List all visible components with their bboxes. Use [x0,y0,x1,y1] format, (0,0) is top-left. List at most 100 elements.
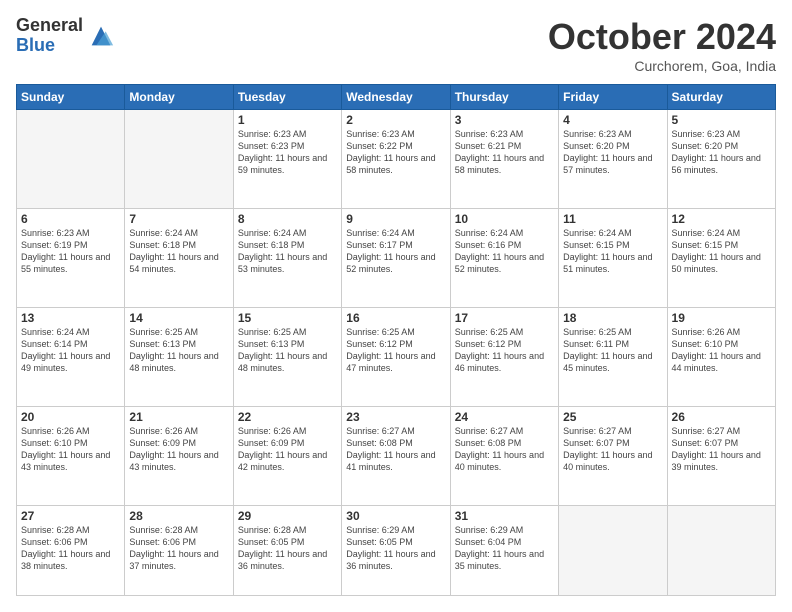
table-row: 12Sunrise: 6:24 AM Sunset: 6:15 PM Dayli… [667,209,775,308]
logo: General Blue [16,16,115,56]
day-number: 17 [455,311,554,325]
day-info: Sunrise: 6:25 AM Sunset: 6:13 PM Dayligh… [129,326,228,375]
day-info: Sunrise: 6:24 AM Sunset: 6:16 PM Dayligh… [455,227,554,276]
day-number: 18 [563,311,662,325]
table-row: 16Sunrise: 6:25 AM Sunset: 6:12 PM Dayli… [342,308,450,407]
table-row [125,110,233,209]
day-info: Sunrise: 6:28 AM Sunset: 6:05 PM Dayligh… [238,524,337,573]
day-number: 24 [455,410,554,424]
day-number: 25 [563,410,662,424]
day-number: 27 [21,509,120,523]
day-number: 15 [238,311,337,325]
day-number: 2 [346,113,445,127]
table-row: 29Sunrise: 6:28 AM Sunset: 6:05 PM Dayli… [233,506,341,596]
day-info: Sunrise: 6:23 AM Sunset: 6:20 PM Dayligh… [672,128,771,177]
day-info: Sunrise: 6:27 AM Sunset: 6:07 PM Dayligh… [672,425,771,474]
table-row: 19Sunrise: 6:26 AM Sunset: 6:10 PM Dayli… [667,308,775,407]
day-info: Sunrise: 6:24 AM Sunset: 6:18 PM Dayligh… [129,227,228,276]
day-info: Sunrise: 6:24 AM Sunset: 6:18 PM Dayligh… [238,227,337,276]
day-info: Sunrise: 6:26 AM Sunset: 6:10 PM Dayligh… [672,326,771,375]
day-info: Sunrise: 6:25 AM Sunset: 6:11 PM Dayligh… [563,326,662,375]
header-wednesday: Wednesday [342,85,450,110]
table-row: 5Sunrise: 6:23 AM Sunset: 6:20 PM Daylig… [667,110,775,209]
day-number: 29 [238,509,337,523]
day-number: 6 [21,212,120,226]
day-number: 28 [129,509,228,523]
table-row [667,506,775,596]
day-info: Sunrise: 6:23 AM Sunset: 6:19 PM Dayligh… [21,227,120,276]
day-info: Sunrise: 6:29 AM Sunset: 6:05 PM Dayligh… [346,524,445,573]
page: General Blue October 2024 Curchorem, Goa… [0,0,792,612]
day-info: Sunrise: 6:24 AM Sunset: 6:15 PM Dayligh… [672,227,771,276]
day-info: Sunrise: 6:26 AM Sunset: 6:10 PM Dayligh… [21,425,120,474]
day-info: Sunrise: 6:23 AM Sunset: 6:23 PM Dayligh… [238,128,337,177]
day-number: 1 [238,113,337,127]
day-info: Sunrise: 6:24 AM Sunset: 6:14 PM Dayligh… [21,326,120,375]
table-row: 11Sunrise: 6:24 AM Sunset: 6:15 PM Dayli… [559,209,667,308]
table-row: 27Sunrise: 6:28 AM Sunset: 6:06 PM Dayli… [17,506,125,596]
table-row: 20Sunrise: 6:26 AM Sunset: 6:10 PM Dayli… [17,407,125,506]
day-number: 23 [346,410,445,424]
table-row: 21Sunrise: 6:26 AM Sunset: 6:09 PM Dayli… [125,407,233,506]
day-info: Sunrise: 6:25 AM Sunset: 6:12 PM Dayligh… [455,326,554,375]
calendar: Sunday Monday Tuesday Wednesday Thursday… [16,84,776,596]
day-number: 5 [672,113,771,127]
table-row: 15Sunrise: 6:25 AM Sunset: 6:13 PM Dayli… [233,308,341,407]
table-row: 24Sunrise: 6:27 AM Sunset: 6:08 PM Dayli… [450,407,558,506]
day-info: Sunrise: 6:25 AM Sunset: 6:13 PM Dayligh… [238,326,337,375]
day-info: Sunrise: 6:28 AM Sunset: 6:06 PM Dayligh… [129,524,228,573]
table-row: 7Sunrise: 6:24 AM Sunset: 6:18 PM Daylig… [125,209,233,308]
day-number: 14 [129,311,228,325]
day-number: 3 [455,113,554,127]
day-number: 11 [563,212,662,226]
table-row: 14Sunrise: 6:25 AM Sunset: 6:13 PM Dayli… [125,308,233,407]
calendar-header-row: Sunday Monday Tuesday Wednesday Thursday… [17,85,776,110]
day-number: 13 [21,311,120,325]
table-row: 2Sunrise: 6:23 AM Sunset: 6:22 PM Daylig… [342,110,450,209]
day-info: Sunrise: 6:23 AM Sunset: 6:22 PM Dayligh… [346,128,445,177]
table-row [17,110,125,209]
day-number: 10 [455,212,554,226]
subtitle: Curchorem, Goa, India [548,58,776,74]
table-row: 18Sunrise: 6:25 AM Sunset: 6:11 PM Dayli… [559,308,667,407]
table-row: 8Sunrise: 6:24 AM Sunset: 6:18 PM Daylig… [233,209,341,308]
day-info: Sunrise: 6:27 AM Sunset: 6:08 PM Dayligh… [346,425,445,474]
table-row: 13Sunrise: 6:24 AM Sunset: 6:14 PM Dayli… [17,308,125,407]
header-monday: Monday [125,85,233,110]
header-saturday: Saturday [667,85,775,110]
day-info: Sunrise: 6:27 AM Sunset: 6:08 PM Dayligh… [455,425,554,474]
title-section: October 2024 Curchorem, Goa, India [548,16,776,74]
table-row: 23Sunrise: 6:27 AM Sunset: 6:08 PM Dayli… [342,407,450,506]
table-row: 9Sunrise: 6:24 AM Sunset: 6:17 PM Daylig… [342,209,450,308]
logo-general: General [16,16,83,36]
table-row: 22Sunrise: 6:26 AM Sunset: 6:09 PM Dayli… [233,407,341,506]
day-info: Sunrise: 6:24 AM Sunset: 6:17 PM Dayligh… [346,227,445,276]
day-number: 19 [672,311,771,325]
table-row: 28Sunrise: 6:28 AM Sunset: 6:06 PM Dayli… [125,506,233,596]
day-info: Sunrise: 6:23 AM Sunset: 6:20 PM Dayligh… [563,128,662,177]
day-number: 9 [346,212,445,226]
day-info: Sunrise: 6:26 AM Sunset: 6:09 PM Dayligh… [129,425,228,474]
header-friday: Friday [559,85,667,110]
day-number: 31 [455,509,554,523]
table-row: 10Sunrise: 6:24 AM Sunset: 6:16 PM Dayli… [450,209,558,308]
table-row: 3Sunrise: 6:23 AM Sunset: 6:21 PM Daylig… [450,110,558,209]
day-number: 20 [21,410,120,424]
header-thursday: Thursday [450,85,558,110]
day-info: Sunrise: 6:29 AM Sunset: 6:04 PM Dayligh… [455,524,554,573]
month-title: October 2024 [548,16,776,58]
day-info: Sunrise: 6:28 AM Sunset: 6:06 PM Dayligh… [21,524,120,573]
table-row: 1Sunrise: 6:23 AM Sunset: 6:23 PM Daylig… [233,110,341,209]
day-number: 21 [129,410,228,424]
table-row: 31Sunrise: 6:29 AM Sunset: 6:04 PM Dayli… [450,506,558,596]
day-number: 7 [129,212,228,226]
day-number: 4 [563,113,662,127]
header-tuesday: Tuesday [233,85,341,110]
table-row: 25Sunrise: 6:27 AM Sunset: 6:07 PM Dayli… [559,407,667,506]
table-row [559,506,667,596]
table-row: 6Sunrise: 6:23 AM Sunset: 6:19 PM Daylig… [17,209,125,308]
table-row: 30Sunrise: 6:29 AM Sunset: 6:05 PM Dayli… [342,506,450,596]
table-row: 4Sunrise: 6:23 AM Sunset: 6:20 PM Daylig… [559,110,667,209]
table-row: 26Sunrise: 6:27 AM Sunset: 6:07 PM Dayli… [667,407,775,506]
day-number: 26 [672,410,771,424]
